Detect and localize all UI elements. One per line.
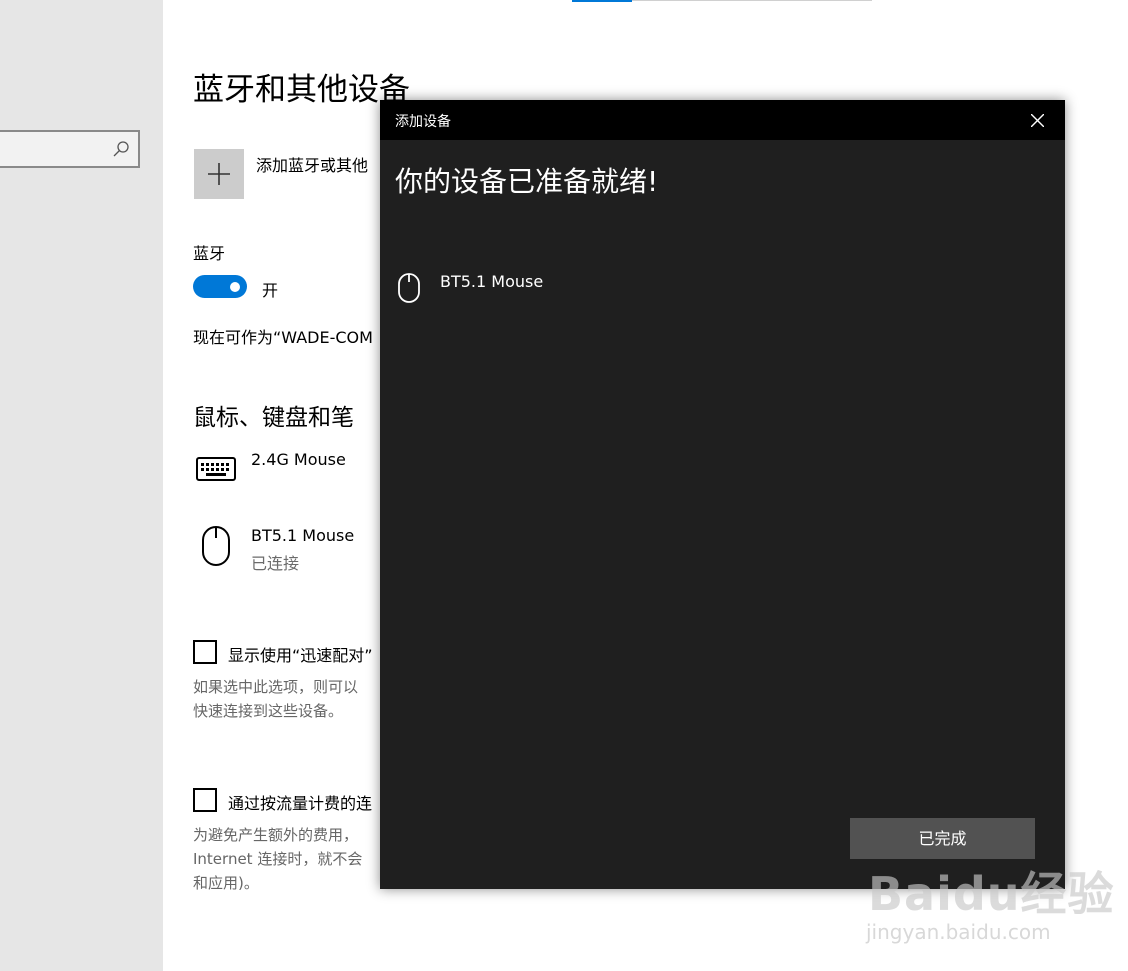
swift-pair-description-line: 如果选中此选项，则可以 [193, 678, 359, 696]
swift-pair-description-line: 快速连接到这些设备。 [193, 702, 344, 720]
close-button[interactable] [1009, 100, 1065, 140]
dialog-titlebar: 添加设备 [380, 100, 1065, 140]
toggle-knob [230, 282, 240, 292]
dialog-device-name: BT5.1 Mouse [440, 272, 544, 291]
swift-pair-label: 显示使用“迅速配对” [228, 646, 373, 665]
discoverable-text: 现在可作为“WADE-COM [193, 328, 373, 347]
close-icon [1031, 114, 1044, 127]
device-name[interactable]: 2.4G Mouse [251, 450, 346, 469]
bluetooth-heading: 蓝牙 [193, 244, 226, 263]
plus-icon [208, 163, 230, 185]
search-input[interactable] [0, 130, 140, 168]
bluetooth-toggle[interactable] [193, 275, 247, 298]
watermark-logo: Baidu经验 [868, 867, 1115, 921]
left-navigation-pane [0, 0, 163, 971]
page-title: 蓝牙和其他设备 [193, 72, 410, 108]
mouse-icon [202, 526, 230, 566]
device-status: 已连接 [251, 554, 300, 573]
metered-description-line: Internet 连接时，就不会 [193, 850, 363, 868]
add-device-dialog: 添加设备 你的设备已准备就绪! BT5.1 Mouse 已完成 [380, 100, 1065, 889]
mouse-icon [398, 273, 420, 303]
dialog-title: 添加设备 [395, 114, 451, 130]
bluetooth-toggle-state: 开 [262, 281, 279, 300]
dialog-heading: 你的设备已准备就绪! [395, 165, 659, 198]
keyboard-icon [196, 457, 236, 481]
divider [632, 0, 872, 1]
metered-connection-checkbox[interactable] [193, 788, 217, 812]
add-device-button[interactable] [194, 149, 244, 199]
search-icon [113, 141, 129, 157]
add-device-label[interactable]: 添加蓝牙或其他 [256, 152, 368, 176]
watermark-url: jingyan.baidu.com [866, 920, 1051, 944]
metered-description-line: 和应用)。 [193, 874, 259, 892]
tab-indicator [572, 0, 632, 2]
device-name[interactable]: BT5.1 Mouse [251, 526, 354, 545]
done-button[interactable]: 已完成 [850, 818, 1035, 859]
swift-pair-checkbox[interactable] [193, 640, 217, 664]
metered-connection-label: 通过按流量计费的连 [228, 794, 373, 813]
metered-description-line: 为避免产生额外的费用， [193, 826, 359, 844]
section-heading: 鼠标、键盘和笔 [193, 405, 354, 431]
